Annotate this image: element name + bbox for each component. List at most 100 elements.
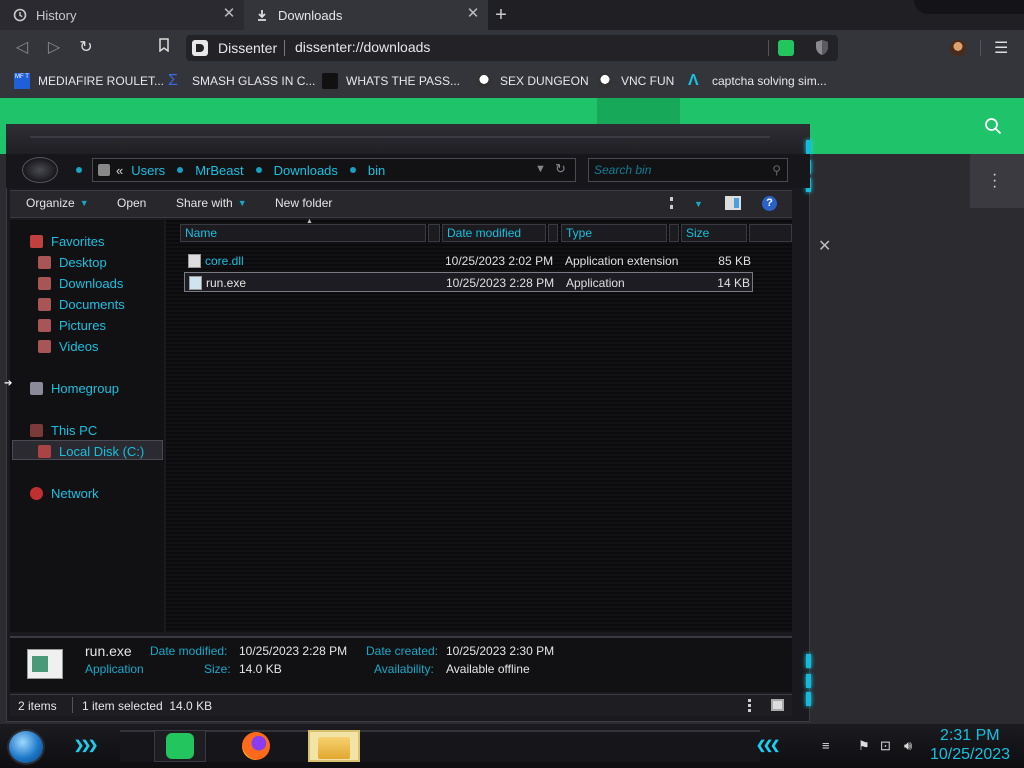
network-icon [30,486,43,500]
column-date-modified[interactable]: Date modified [442,224,546,242]
column-divider[interactable] [548,224,558,242]
tabbar-decoration [914,0,1024,14]
crumb-bin[interactable]: bin [368,163,385,178]
clock-date[interactable]: 10/25/2023 [930,746,1010,764]
chevron-down-icon[interactable]: ▼ [694,199,703,209]
file-row-core-dll[interactable]: core.dll 10/25/2023 2:02 PM Application … [184,251,753,271]
nav-local-disk[interactable]: Local Disk (C:) [38,442,144,460]
shield-icon[interactable] [815,39,829,56]
search-input[interactable]: Search bin ⚲ [588,158,788,182]
network-tray-icon[interactable]: ⊡ [880,738,891,754]
volume-icon[interactable]: 🔊︎ [904,738,912,754]
expand-arrow-icon[interactable]: ➔ [4,378,12,389]
reload-icon[interactable]: ↻ [76,38,96,58]
column-size[interactable]: Size [681,224,747,242]
history-icon [12,7,28,23]
chevron-icon[interactable]: « [116,163,123,178]
organize-button[interactable]: Organize ▼ [26,196,89,210]
nav-label: Local Disk (C:) [59,443,145,459]
share-with-button[interactable]: Share with ▼ [176,196,247,210]
nav-label: Videos [59,338,99,354]
menu-icon[interactable]: ☰ [994,38,1008,58]
avatar[interactable] [950,40,966,56]
bookmark-captcha[interactable]: Λ captcha solving sim... [688,72,827,90]
file-name: core.dll [205,254,244,268]
nav-label: Favorites [51,233,105,249]
crumb-users[interactable]: Users [131,163,165,178]
new-folder-button[interactable]: New folder [275,196,332,210]
chevron-down-icon[interactable]: ▼ [535,163,546,175]
column-divider[interactable] [428,224,440,242]
more-icon[interactable]: · · · [992,167,997,195]
new-tab-button[interactable]: + [490,4,512,26]
site-chip[interactable]: Dissenter [192,39,277,57]
taskbar-decoration: ❯❯❯ [74,738,98,752]
close-tab-icon[interactable]: ✕ [466,6,480,21]
details-value: 10/25/2023 2:28 PM [239,644,348,658]
column-name[interactable]: Name [180,224,426,242]
action-center-flag-icon[interactable]: ⚑ [858,738,870,754]
computer-icon [30,423,43,437]
column-type[interactable]: Type [561,224,667,242]
taskbar-app-explorer[interactable] [308,730,360,762]
bookmark-mediafire[interactable]: MF T MEDIAFIRE ROULET... [14,72,164,90]
nav-network[interactable]: Network [30,484,99,502]
back-icon[interactable]: ◁ [12,38,32,58]
window-titlebar[interactable] [6,124,810,154]
open-button[interactable]: Open [117,196,146,210]
taskbar-app-firefox[interactable] [230,730,282,762]
crumb-separator[interactable] [177,167,184,173]
clock-time[interactable]: 2:31 PM [940,727,1000,745]
a-logo-icon: Λ [688,72,699,89]
crumb-separator[interactable] [255,167,262,173]
back-button[interactable] [22,157,58,183]
preview-pane-icon[interactable] [725,196,741,210]
tab-label: Downloads [278,7,343,23]
nav-this-pc[interactable]: This PC [30,421,97,439]
tab-history[interactable]: History ✕ [0,0,244,30]
share-label: Share with [176,196,233,210]
bookmark-smash-glass[interactable]: Σ SMASH GLASS IN C... [168,72,315,90]
refresh-icon[interactable]: ↻ [555,161,566,177]
large-icons-view-icon[interactable] [771,699,784,711]
search-icon[interactable] [984,117,1002,135]
show-hidden-icons[interactable]: ≡ [822,738,830,753]
forward-icon[interactable]: ▷ [44,38,64,58]
close-icon[interactable]: ✕ [818,236,831,256]
file-name: run.exe [206,276,247,290]
bookmark-vnc-fun[interactable]: VNC FUN [597,72,674,90]
bookmark-sex-dungeon[interactable]: SEX DUNGEON [476,72,589,90]
status-item-count: 2 items [18,699,57,713]
column-divider[interactable] [669,224,679,242]
file-row-run-exe[interactable]: run.exe 10/25/2023 2:28 PM Application 1… [184,272,753,292]
bookmark-icon[interactable] [154,38,174,58]
view-options-icon[interactable] [670,197,684,209]
bookmark-label: MEDIAFIRE ROULET... [38,74,165,88]
taskbar-decoration: ❮❮❮ [756,738,780,752]
nav-pictures[interactable]: Pictures [38,316,106,334]
bookmark-whats-the-pass[interactable]: WHATS THE PASS... [322,72,460,90]
crumb-separator[interactable] [349,167,356,173]
details-view-icon[interactable] [748,699,762,712]
breadcrumb: « Users MrBeast Downloads bin [98,162,385,178]
url-text[interactable]: dissenter://downloads [295,39,430,55]
nav-videos[interactable]: Videos [38,337,99,355]
details-value: 14.0 KB [239,662,282,676]
extension-icon[interactable] [778,40,794,56]
tab-downloads[interactable]: Downloads ✕ [244,0,488,30]
nav-homegroup[interactable]: Homegroup [30,379,119,397]
ghost-icon [476,73,492,89]
close-tab-icon[interactable]: ✕ [222,6,236,21]
taskbar-app-notes[interactable] [154,730,206,762]
start-button[interactable] [7,729,45,765]
nav-desktop[interactable]: Desktop [38,253,107,271]
nav-documents[interactable]: Documents [38,295,125,313]
crumb-mrbeast[interactable]: MrBeast [195,163,243,178]
file-type: Application extension [565,254,679,268]
nav-downloads[interactable]: Downloads [38,274,123,292]
nav-label: Documents [59,296,125,312]
forward-button[interactable] [76,167,82,173]
help-icon[interactable]: ? [762,196,777,211]
nav-favorites[interactable]: Favorites [30,232,104,250]
crumb-downloads[interactable]: Downloads [274,163,338,178]
